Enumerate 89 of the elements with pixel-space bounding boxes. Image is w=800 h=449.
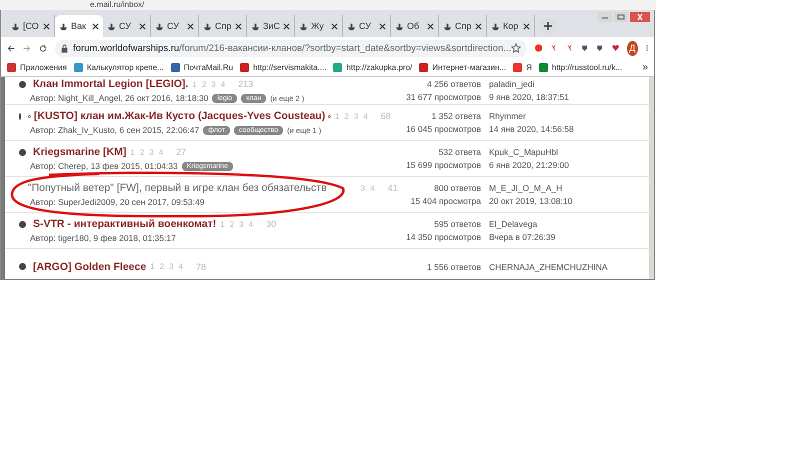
- topic-title-link[interactable]: [KUSTO] клан им.Жак-Ив Кусто (Jacques-Yves Cousteau): [34, 110, 326, 122]
- topic-author: Автор: Cherep, 13 фев 2015, 01:04:33: [30, 161, 178, 171]
- more-bookmarks-button[interactable]: »: [642, 62, 648, 73]
- last-poster[interactable]: paladin_jedi: [489, 79, 649, 89]
- minimize-icon[interactable]: [598, 12, 612, 22]
- menu-icon[interactable]: [646, 43, 648, 53]
- bookmark-favicon-icon: [513, 63, 522, 72]
- view-count: 15 404 просмотра: [410, 196, 481, 206]
- close-icon[interactable]: [523, 22, 530, 30]
- close-icon[interactable]: [43, 22, 50, 30]
- new-tab-icon[interactable]: [540, 18, 556, 34]
- last-poster[interactable]: CHERNAJA_ZHEMCHUZHINA: [489, 262, 649, 272]
- close-icon[interactable]: [139, 22, 146, 30]
- bookmark-favicon-icon: [74, 63, 83, 72]
- bookmark-favicon-icon: [538, 63, 548, 72]
- extension-icon[interactable]: [535, 43, 542, 53]
- ship-icon: [107, 22, 116, 30]
- topic-title-link[interactable]: [ARGO] Golden Fleece: [33, 260, 146, 272]
- topic-title-link[interactable]: "Попутный ветер" [FW], первый в игре клан без обязательств: [28, 182, 327, 194]
- browser-tab[interactable]: Вак: [55, 15, 103, 37]
- topic-author: Автор: Night_Kill_Angel, 26 окт 2016, 18:18:30: [30, 93, 208, 103]
- view-count: 15 699 просмотров: [406, 160, 481, 170]
- bookmark[interactable]: http://russtool.ru/k...: [538, 63, 622, 72]
- last-poster[interactable]: El_Delavega: [489, 219, 649, 229]
- ship-icon: [59, 22, 68, 30]
- reload-icon[interactable]: [39, 42, 48, 54]
- reply-count: 1 556 ответов: [427, 262, 481, 272]
- topic-author: Автор: tiger180, 9 фев 2018, 01:35:17: [30, 233, 176, 243]
- back-arrow-icon[interactable]: [7, 42, 16, 54]
- view-count: 14 350 просмотров: [406, 232, 481, 242]
- bookmark-favicon-icon: [7, 63, 16, 72]
- last-poster[interactable]: M_E_JI_O_M_A_H: [489, 183, 649, 193]
- last-poster[interactable]: Kpuk_C_MapuHbl: [489, 147, 649, 157]
- reply-count: 4 256 ответов: [427, 79, 481, 89]
- ship-icon: [347, 22, 356, 30]
- bookmark[interactable]: ПочтаMail.Ru: [170, 63, 234, 72]
- close-icon[interactable]: [92, 22, 99, 30]
- ship-icon: [443, 22, 452, 30]
- view-count: 31 677 просмотров: [406, 92, 481, 102]
- bookmark-favicon-icon: [240, 63, 250, 72]
- topic-author: Автор: Zhak_Iv_Kusto, 6 сен 2015, 22:06:47: [30, 125, 200, 135]
- bookmark[interactable]: http://servismakita....: [240, 63, 326, 72]
- last-post-date: 14 янв 2020, 14:56:58: [489, 124, 575, 134]
- bookmark[interactable]: Я: [513, 63, 532, 72]
- view-count: 16 045 просмотров: [406, 124, 481, 134]
- close-icon[interactable]: [379, 22, 386, 30]
- ship-icon: [155, 22, 164, 30]
- bookmark[interactable]: Калькулятор крепе...: [74, 63, 164, 72]
- last-poster[interactable]: Rhymmer: [489, 111, 649, 121]
- bookmark[interactable]: Приложения: [7, 63, 67, 72]
- last-post-date: 20 окт 2019, 13:08:10: [489, 196, 574, 206]
- background-window-url: e.mail.ru/inbox/: [90, 0, 144, 10]
- profile-avatar[interactable]: Д: [626, 40, 638, 56]
- extension-icon[interactable]: [566, 43, 574, 53]
- last-post-date: Вчера в 07:26:39: [489, 232, 556, 242]
- star-icon[interactable]: [511, 43, 522, 53]
- extension-icon[interactable]: [550, 43, 558, 53]
- topic-title-link[interactable]: S-VTR - интерактивный военкомат!: [33, 218, 216, 230]
- ship-icon: [491, 22, 500, 30]
- topic-author: Автор: SuperJedi2009, 20 сен 2017, 09:53:49: [30, 197, 204, 207]
- close-icon[interactable]: [331, 22, 338, 30]
- bookmark-favicon-icon: [170, 63, 180, 72]
- topic-title-link[interactable]: Kriegsmarine [KM]: [33, 146, 126, 158]
- topic-title-link[interactable]: Клан Immortal Legion [LEGIO].: [33, 78, 188, 90]
- close-icon[interactable]: [235, 22, 242, 30]
- lock-icon: [61, 44, 68, 52]
- ship-icon: [251, 22, 260, 30]
- reply-count: 595 ответов: [434, 219, 481, 229]
- close-icon[interactable]: [283, 22, 290, 30]
- reply-count: 800 ответов: [434, 183, 481, 193]
- bookmark-favicon-icon: [419, 63, 428, 72]
- close-icon[interactable]: [187, 22, 194, 30]
- close-icon[interactable]: [427, 22, 434, 30]
- close-icon[interactable]: [475, 22, 482, 30]
- maximize-icon[interactable]: [614, 12, 628, 22]
- ship-icon: [11, 22, 20, 30]
- last-post-date: 6 янв 2020, 21:29:00: [489, 160, 570, 170]
- ship-icon: [203, 22, 212, 30]
- address-bar[interactable]: forum.worldofwarships.ru/forum/216-вакансии-кланов/?sortby=start_date&sortby=views&sortdirection...: [55, 40, 528, 56]
- reply-count: 532 ответа: [438, 147, 481, 157]
- heart-icon[interactable]: [612, 43, 619, 53]
- ship-icon: [395, 22, 404, 30]
- bookmark-favicon-icon: [333, 63, 342, 72]
- bookmark[interactable]: http://zakupka.pro/: [333, 63, 412, 72]
- bookmark[interactable]: Интернет-магазин...: [419, 63, 506, 72]
- ship-icon: [299, 22, 308, 30]
- last-post-date: 9 янв 2020, 18:37:51: [489, 92, 570, 102]
- scrollbar[interactable]: [649, 77, 654, 279]
- reply-count: 1 352 ответа: [432, 111, 481, 121]
